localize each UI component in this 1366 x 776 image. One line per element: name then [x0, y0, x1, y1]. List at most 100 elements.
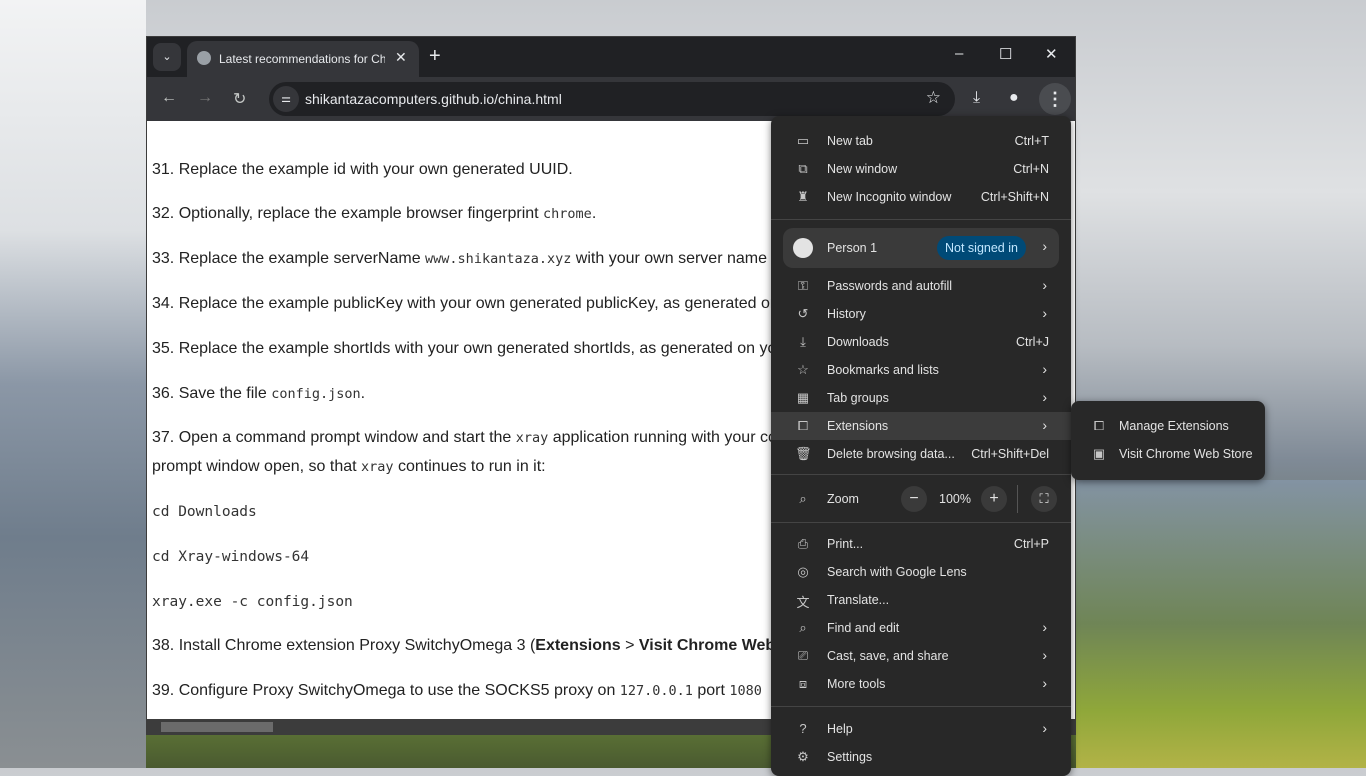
site-info-icon[interactable]: ⚌ [273, 86, 299, 112]
text-run: Open a command prompt window and start t… [178, 429, 516, 446]
menu-item-passwords-and-autofill[interactable]: ⚿ Passwords and autofill › [771, 272, 1071, 300]
list-item: 38. Install Chrome extension Proxy Switc… [152, 637, 775, 655]
reload-button[interactable]: ↻ [233, 89, 246, 109]
item-number: 34. [152, 295, 175, 312]
menu-item-new-incognito-window[interactable]: ♜ New Incognito window Ctrl+Shift+N [771, 183, 1071, 211]
menu-item-settings[interactable]: ⚙ Settings [771, 743, 1071, 771]
menu-divider [771, 522, 1071, 523]
menu-item-delete-browsing-data[interactable]: 🗑 Delete browsing data... Ctrl+Shift+Del [771, 440, 1071, 468]
menu-item-more-tools[interactable]: ⧈ More tools › [771, 670, 1071, 698]
chevron-right-icon: › [1042, 417, 1047, 433]
translate-icon: 文 [796, 595, 810, 610]
item-number: 36. [152, 385, 175, 402]
zoom-in-button[interactable]: + [981, 486, 1007, 512]
profile-row[interactable]: Person 1 Not signed in › [783, 228, 1059, 268]
item-number: 33. [152, 250, 175, 267]
inline-code: xray [361, 459, 394, 475]
back-button[interactable]: ← [161, 89, 177, 107]
text-run: application running with your co [548, 429, 777, 446]
forward-button[interactable]: → [197, 89, 213, 107]
zoom-level: 100% [939, 492, 971, 506]
shortcut-label: Ctrl+Shift+Del [971, 447, 1049, 461]
menu-item-label: Extensions [827, 419, 889, 433]
menu-item-print[interactable]: ⎙ Print... Ctrl+P [771, 530, 1071, 558]
maximize-button[interactable]: ☐ [999, 45, 1012, 63]
menu-item-find-and-edit[interactable]: ⌕ Find and edit › [771, 614, 1071, 642]
list-item: 31. Replace the example id with your own… [152, 161, 573, 179]
list-item: 34. Replace the example publicKey with y… [152, 295, 779, 313]
menu-item-label: Translate... [827, 593, 890, 607]
tab-title: Latest recommendations for China [219, 52, 385, 66]
tab-close-button[interactable]: ✕ [395, 49, 407, 66]
shortcut-label: Ctrl+T [1014, 134, 1049, 148]
chevron-right-icon: › [1042, 305, 1047, 321]
menu-item-label: Downloads [827, 335, 889, 349]
list-item: 36. Save the file config.json. [152, 385, 365, 403]
bold-text: Extensions [535, 637, 621, 654]
close-window-button[interactable]: ✕ [1045, 45, 1058, 63]
list-item-continuation: prompt window open, so that xray continu… [152, 458, 546, 476]
desktop-wallpaper-right [1076, 480, 1366, 768]
menu-item-help[interactable]: ? Help › [771, 715, 1071, 743]
inline-code: chrome [543, 206, 592, 222]
google-lens-icon: ◎ [797, 564, 809, 579]
tab-search-button[interactable]: ⌄ [153, 43, 181, 71]
text-run: Replace the example shortIds with your o… [178, 340, 777, 357]
menu-item-cast-save-and-share[interactable]: ⎚ Cast, save, and share › [771, 642, 1071, 670]
menu-item-history[interactable]: ↺ History › [771, 300, 1071, 328]
menu-item-downloads[interactable]: ⤓ Downloads Ctrl+J [771, 328, 1071, 356]
url-text[interactable]: shikantazacomputers.github.io/china.html [305, 91, 562, 107]
zoom-label: Zoom [827, 492, 859, 506]
text-run: Replace the example serverName [178, 250, 426, 267]
fullscreen-button[interactable]: ⛶ [1031, 486, 1057, 512]
extensions-icon: ⧠ [797, 418, 809, 433]
minimize-button[interactable]: – [955, 45, 963, 62]
menu-item-new-tab[interactable]: ▭ New tab Ctrl+T [771, 127, 1071, 155]
shortcut-label: Ctrl+Shift+N [980, 190, 1049, 204]
scrollbar-thumb[interactable] [161, 722, 273, 732]
text-run: prompt window open, so that [152, 458, 362, 475]
item-number: 37. [152, 429, 175, 446]
profile-icon[interactable]: ● [1009, 89, 1019, 107]
menu-item-manage-extensions[interactable]: ⧠ Manage Extensions [1071, 412, 1265, 440]
chrome-menu-button[interactable]: ⋮ [1039, 83, 1071, 115]
menu-item-visit-chrome-web-store[interactable]: ▣ Visit Chrome Web Store [1071, 440, 1265, 468]
code-line: cd Xray-windows-64 [152, 549, 310, 565]
tab-active[interactable]: Latest recommendations for China ✕ [187, 41, 419, 77]
menu-item-search-with-google-lens[interactable]: ◎ Search with Google Lens [771, 558, 1071, 586]
list-item: 39. Configure Proxy SwitchyOmega to use … [152, 682, 762, 700]
text-run: Optionally, replace the example browser … [178, 205, 544, 222]
menu-item-translate[interactable]: 文 Translate... [771, 586, 1071, 614]
menu-item-label: Search with Google Lens [827, 565, 967, 579]
bookmark-star-icon[interactable]: ☆ [926, 88, 941, 108]
chevron-right-icon: › [1042, 647, 1047, 663]
menu-item-label: New window [827, 162, 898, 176]
toolbar: ← → ↻ ⚌ shikantazacomputers.github.io/ch… [147, 77, 1075, 121]
tab-strip: ⌄ Latest recommendations for China ✕ + –… [147, 37, 1075, 77]
chevron-right-icon: › [1042, 389, 1047, 405]
chrome-menu: ▭ New tab Ctrl+T ⧉ New window Ctrl+N ♜ New Inco… [771, 116, 1071, 776]
menu-item-label: New tab [827, 134, 873, 148]
menu-item-extensions[interactable]: ⧠ Extensions › [771, 412, 1071, 440]
menu-item-new-window[interactable]: ⧉ New window Ctrl+N [771, 155, 1071, 183]
item-number: 32. [152, 205, 175, 222]
chevron-right-icon: › [1042, 720, 1047, 736]
key-icon: ⚿ [798, 278, 808, 293]
extensions-icon: ⧠ [1093, 418, 1105, 433]
zoom-out-button[interactable]: − [901, 486, 927, 512]
new-tab-button[interactable]: + [429, 45, 441, 68]
web-store-icon: ▣ [1092, 446, 1106, 461]
menu-divider [771, 706, 1071, 707]
globe-icon [197, 51, 211, 65]
cast-icon: ⎚ [797, 648, 809, 663]
address-bar[interactable]: ⚌ shikantazacomputers.github.io/china.ht… [269, 82, 955, 116]
menu-item-tab-groups[interactable]: ▦ Tab groups › [771, 384, 1071, 412]
download-icon[interactable]: ⤓ [973, 89, 980, 107]
list-item: 35. Replace the example shortIds with yo… [152, 340, 776, 358]
menu-item-label: Find and edit [827, 621, 900, 635]
menu-item-label: Bookmarks and lists [827, 363, 939, 377]
menu-item-label: Cast, save, and share [827, 649, 949, 663]
menu-item-bookmarks-and-lists[interactable]: ☆ Bookmarks and lists › [771, 356, 1071, 384]
download-icon: ⤓ [800, 334, 806, 349]
menu-item-label: Settings [827, 750, 873, 764]
